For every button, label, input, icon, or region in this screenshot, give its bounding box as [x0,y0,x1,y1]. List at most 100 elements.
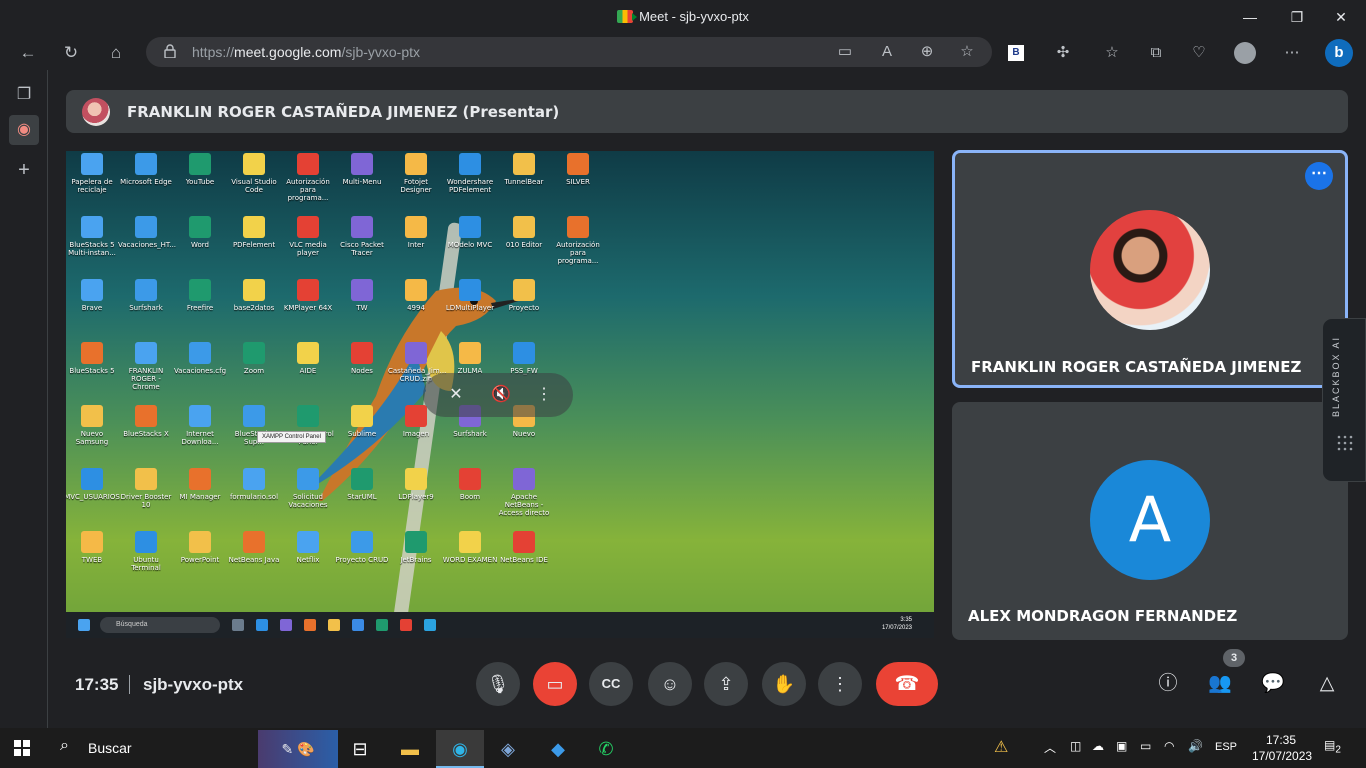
recording-tab-icon[interactable]: ◉ [9,115,39,145]
task-view-icon[interactable]: ⊟ [336,730,384,768]
desktop-icon[interactable]: Nuevo Samsung [66,405,120,446]
desktop-icon[interactable]: Solicitud Vacaciones [280,468,336,509]
minimize-button[interactable]: — [1236,6,1264,28]
desktop-icon[interactable]: YouTube [172,153,228,186]
back-icon[interactable]: ← [15,40,41,66]
battery-icon[interactable]: ▭ [1140,739,1151,753]
tray-device-icon[interactable]: ▣ [1116,739,1127,753]
file-explorer-icon[interactable]: ▬ [386,730,434,768]
desktop-icon[interactable]: Cisco Packet Tracer [334,216,390,257]
favorite-star-icon[interactable]: ☆ [956,41,978,63]
leave-call-button[interactable]: ☎ [876,662,938,706]
favorites-icon[interactable]: ☆ [1100,41,1124,65]
desktop-icon[interactable]: Fotojet Designer [388,153,444,194]
desktop-icon[interactable]: Boom [442,468,498,501]
desktop-icon[interactable]: MVC_USUARIOS [66,468,120,501]
desktop-icon[interactable]: AIDE [280,342,336,375]
microphone-button[interactable]: 🎙 [476,662,520,706]
mysql-workbench-icon[interactable]: ◈ [484,730,532,768]
desktop-icon[interactable]: Proyecto CRUD [334,531,390,564]
raise-hand-button[interactable]: ✋ [762,662,806,706]
desktop-icon[interactable]: PDFelement [226,216,282,249]
desktop-icon[interactable]: Wondershare PDFelement [442,153,498,194]
desktop-icon[interactable]: VLC media player [280,216,336,257]
desktop-icon[interactable]: Word [172,216,228,249]
language-indicator[interactable]: ESP [1215,741,1237,753]
more-menu-icon[interactable]: ⋯ [1280,41,1304,65]
desktop-icon[interactable]: JetBrains [388,531,444,564]
more-options-button[interactable]: ⋮ [818,662,862,706]
desktop-icon[interactable]: ZULMA [442,342,498,375]
desktop-icon[interactable]: PSS_FW [496,342,552,375]
desktop-icon[interactable]: Zoom [226,342,282,375]
present-screen-button[interactable]: ⇪ [704,662,748,706]
desktop-icon[interactable]: BlueStacks X [118,405,174,438]
warning-icon[interactable]: ⚠ [994,737,1008,757]
emoji-reactions-button[interactable]: ☺ [648,662,692,706]
people-icon[interactable]: 👥 [1207,671,1233,697]
shared-screen[interactable]: Papelera de reciclaje Microsoft Edge YouTu… [66,151,934,638]
desktop-icon[interactable]: Ubuntu Terminal [118,531,174,572]
desktop-icon[interactable]: Nodes [334,342,390,375]
desktop-icon[interactable]: NetBeans IDE [496,531,552,564]
tile-more-icon[interactable]: ⋮ [533,384,555,406]
performance-icon[interactable]: ♡ [1187,41,1211,65]
activities-icon[interactable]: △ [1314,671,1340,697]
desktop-icon[interactable]: formulario.sol [226,468,282,501]
chat-icon[interactable]: 💬 [1260,671,1286,697]
desktop-icon[interactable]: Surfshark [118,279,174,312]
desktop-icon[interactable]: BlueStacks 5 Multi-instan... [66,216,120,257]
tile-options-button[interactable]: ⋯ [1305,162,1333,190]
address-bar[interactable]: https://meet.google.com/sjb-yvxo-ptx ▭ A… [146,37,992,67]
desktop-icon[interactable]: Driver Booster 10 [118,468,174,509]
tray-app-icon[interactable]: ◫ [1070,739,1081,753]
desktop-icon[interactable]: Visual Studio Code [226,153,282,194]
desktop-icon[interactable]: Autorización para programa... [550,216,606,265]
refresh-icon[interactable]: ↻ [58,40,84,66]
close-button[interactable]: ✕ [1327,6,1355,28]
restore-button[interactable]: ❐ [1283,6,1311,28]
desktop-icon[interactable]: LDPlayer9 [388,468,444,501]
camera-icon[interactable]: ▭ [834,41,856,63]
notification-center-icon[interactable]: ▤2 [1324,738,1344,758]
participant-tile-franklin[interactable]: ⋯ FRANKLIN ROGER CASTAÑEDA JIMENEZ [952,150,1348,388]
desktop-icon[interactable]: KMPlayer 64X [280,279,336,312]
collections-icon[interactable]: ⧉ [1144,41,1168,65]
pin-off-icon[interactable]: ✕ [445,384,467,406]
desktop-icon[interactable]: Vacaciones_HT... [118,216,176,249]
desktop-icon[interactable]: 010 Editor [496,216,552,249]
desktop-icon[interactable]: Apache NetBeans - Access directo [496,468,552,517]
desktop-icon[interactable]: Inter [388,216,444,249]
windows-search-box[interactable]: ⌕ Buscar [48,728,248,768]
desktop-icon[interactable]: Brave [66,279,120,312]
desktop-icon[interactable]: BlueStacks 5 [66,342,120,375]
desktop-icon[interactable]: Papelera de reciclaje [66,153,120,194]
desktop-icon[interactable]: Freefire [172,279,228,312]
desktop-icon[interactable]: LDMultiPlayer [442,279,498,312]
vscode-icon[interactable]: ◆ [534,730,582,768]
desktop-icon[interactable]: 4994 [388,279,444,312]
camera-off-button[interactable]: ▭ [533,662,577,706]
desktop-icon[interactable]: Netflix [280,531,336,564]
search-highlight-icon[interactable]: ✎ 🎨 [258,730,338,768]
volume-icon[interactable]: 🔊 [1188,739,1203,753]
desktop-icon[interactable]: Multi-Menu [334,153,390,186]
bing-copilot-icon[interactable]: b [1325,39,1353,67]
captions-button[interactable]: CC [589,662,633,706]
desktop-icon[interactable]: base2datos [226,279,282,312]
desktop-icon[interactable]: PowerPoint [172,531,228,564]
profile-avatar-icon[interactable] [1234,42,1256,64]
desktop-icon[interactable]: TunnelBear [496,153,552,186]
show-hidden-icons-chevron[interactable]: ︿ [1044,739,1056,756]
wifi-icon[interactable]: ◠ [1164,739,1174,753]
zoom-icon[interactable]: ⊕ [916,41,938,63]
desktop-icon[interactable]: TWEB [66,531,120,564]
participant-tile-alex[interactable]: A ALEX MONDRAGON FERNANDEZ [952,402,1348,640]
desktop-icon[interactable]: MOdelo MVC [442,216,498,249]
onedrive-cloud-icon[interactable]: ☁ [1092,739,1104,753]
desktop-icon[interactable]: FRANKLIN ROGER - Chrome [118,342,174,391]
extension-b-icon[interactable]: B [1008,45,1024,61]
meeting-info-icon[interactable]: ⓘ [1155,671,1181,697]
edge-app-icon[interactable]: ◉ [436,730,484,768]
home-icon[interactable]: ⌂ [103,40,129,66]
